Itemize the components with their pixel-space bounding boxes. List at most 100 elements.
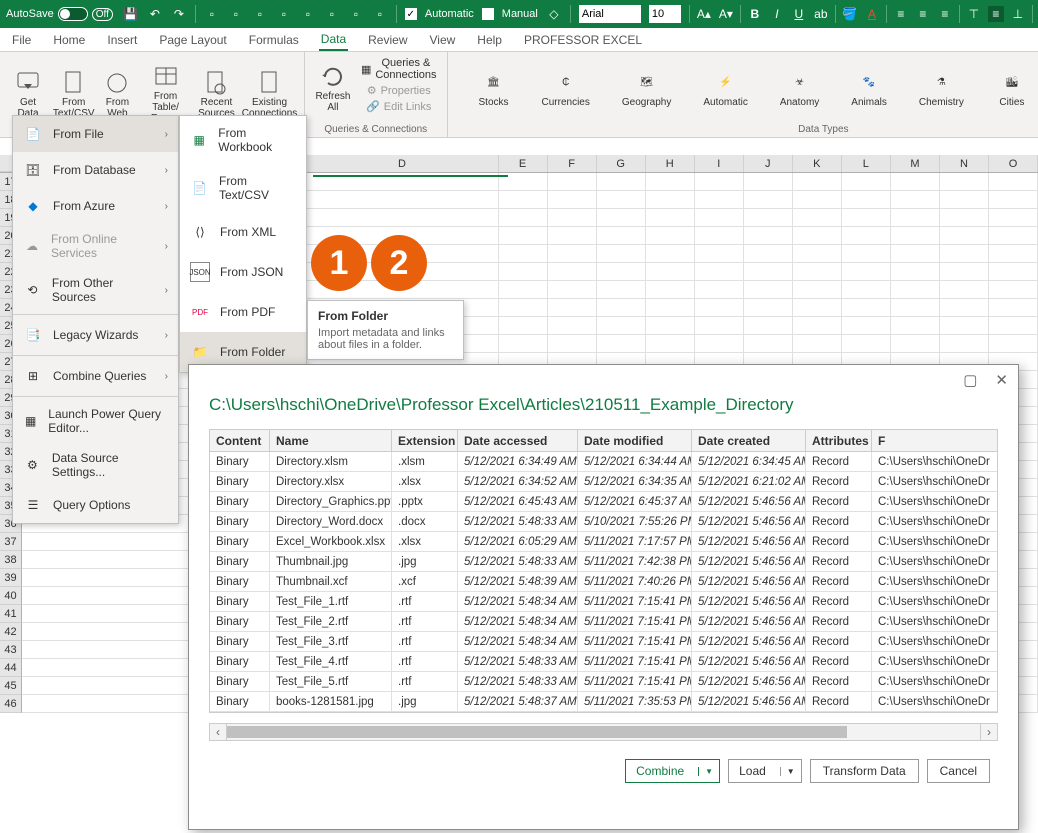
font-family-select[interactable]: Arial	[579, 5, 641, 23]
cell[interactable]	[499, 245, 548, 263]
edit-links-button[interactable]: 🔗Edit Links	[357, 99, 441, 114]
cell[interactable]	[989, 227, 1038, 245]
cell[interactable]	[842, 263, 891, 281]
table-row[interactable]: Binarybooks-1281581.jpg.jpg5/12/2021 5:4…	[210, 692, 997, 712]
row-header[interactable]: 45	[0, 677, 22, 695]
cell[interactable]	[842, 191, 891, 209]
cell[interactable]	[989, 263, 1038, 281]
tab-help[interactable]: Help	[475, 30, 504, 50]
row-header[interactable]: 46	[0, 695, 22, 713]
row-header[interactable]: 38	[0, 551, 22, 569]
cell[interactable]	[989, 281, 1038, 299]
qat-icon[interactable]: ▫	[300, 6, 316, 22]
align-right-icon[interactable]: ≡	[937, 6, 953, 22]
cell[interactable]	[989, 209, 1038, 227]
cell[interactable]	[842, 335, 891, 353]
cell[interactable]	[695, 227, 744, 245]
cell[interactable]	[695, 299, 744, 317]
menu-from-other[interactable]: ⟲ From Other Sources ›	[13, 268, 178, 312]
cities-type-button[interactable]: 🏙Cities	[992, 56, 1032, 122]
submenu-from-text-csv[interactable]: 📄 From Text/CSV	[180, 164, 306, 212]
cell[interactable]	[548, 209, 597, 227]
align-left-icon[interactable]: ≡	[893, 6, 909, 22]
table-row[interactable]: BinaryTest_File_5.rtf.rtf5/12/2021 5:48:…	[210, 672, 997, 692]
restore-icon[interactable]: ▢	[963, 371, 977, 389]
cell[interactable]	[793, 191, 842, 209]
cell[interactable]	[646, 263, 695, 281]
cell[interactable]	[744, 245, 793, 263]
cell[interactable]	[891, 281, 940, 299]
cell[interactable]	[499, 209, 548, 227]
qat-icon[interactable]: ▫	[252, 6, 268, 22]
cell[interactable]	[744, 281, 793, 299]
menu-query-options[interactable]: ☰ Query Options	[13, 487, 178, 523]
tab-professor-excel[interactable]: PROFESSOR EXCEL	[522, 30, 644, 50]
tab-home[interactable]: Home	[51, 30, 87, 50]
cell[interactable]	[793, 209, 842, 227]
cell[interactable]	[548, 191, 597, 209]
tab-view[interactable]: View	[428, 30, 458, 50]
cell[interactable]	[989, 299, 1038, 317]
tab-page-layout[interactable]: Page Layout	[157, 30, 228, 50]
stocks-type-button[interactable]: 🏛Stocks	[474, 56, 514, 122]
load-button[interactable]: Load ▼	[728, 759, 802, 783]
cell[interactable]	[891, 173, 940, 191]
autosave-toggle[interactable]	[58, 7, 88, 21]
table-row[interactable]: BinaryDirectory_Word.docx.docx5/12/2021 …	[210, 512, 997, 532]
cell[interactable]	[940, 173, 989, 191]
cell[interactable]	[793, 299, 842, 317]
cell[interactable]	[989, 245, 1038, 263]
table-row[interactable]: BinaryTest_File_2.rtf.rtf5/12/2021 5:48:…	[210, 612, 997, 632]
cell[interactable]	[646, 299, 695, 317]
cell[interactable]	[793, 263, 842, 281]
col-date-created[interactable]: Date created	[692, 430, 806, 451]
qat-icon[interactable]: ▫	[372, 6, 388, 22]
currencies-type-button[interactable]: ₵Currencies	[538, 56, 594, 122]
cell[interactable]	[695, 335, 744, 353]
cell[interactable]	[597, 281, 646, 299]
cell[interactable]	[744, 317, 793, 335]
scroll-left-icon[interactable]: ‹	[209, 723, 227, 741]
cell[interactable]	[793, 317, 842, 335]
font-size-select[interactable]: 10	[649, 5, 681, 23]
increase-font-icon[interactable]: A▴	[696, 6, 712, 22]
cell[interactable]	[842, 227, 891, 245]
cell[interactable]	[891, 245, 940, 263]
submenu-from-workbook[interactable]: ▦ From Workbook	[180, 116, 306, 164]
cell[interactable]	[597, 227, 646, 245]
cell[interactable]	[940, 335, 989, 353]
transform-data-button[interactable]: Transform Data	[810, 759, 919, 783]
cell[interactable]	[940, 263, 989, 281]
table-row[interactable]: BinaryThumbnail.jpg.jpg5/12/2021 5:48:33…	[210, 552, 997, 572]
col-attributes[interactable]: Attributes	[806, 430, 872, 451]
cell[interactable]	[989, 335, 1038, 353]
cell[interactable]	[548, 335, 597, 353]
cell[interactable]	[842, 209, 891, 227]
undo-icon[interactable]: ↶	[147, 6, 163, 22]
col-header[interactable]: I	[695, 155, 744, 172]
menu-launch-power-query[interactable]: ▦ Launch Power Query Editor...	[13, 399, 178, 443]
tab-review[interactable]: Review	[366, 30, 409, 50]
cell[interactable]	[793, 335, 842, 353]
cell[interactable]	[695, 281, 744, 299]
bold-icon[interactable]: B	[747, 6, 763, 22]
submenu-from-xml[interactable]: ⟨⟩ From XML	[180, 212, 306, 252]
row-header[interactable]: 39	[0, 569, 22, 587]
cell[interactable]	[499, 281, 548, 299]
cell[interactable]	[499, 227, 548, 245]
cell[interactable]	[842, 299, 891, 317]
align-middle-icon[interactable]: ≡	[988, 6, 1004, 22]
col-header[interactable]: E	[499, 155, 548, 172]
cell[interactable]	[744, 335, 793, 353]
automatic-type-button[interactable]: ⚡Automatic	[699, 56, 751, 122]
table-row[interactable]: BinaryTest_File_4.rtf.rtf5/12/2021 5:48:…	[210, 652, 997, 672]
cell[interactable]	[597, 317, 646, 335]
cell[interactable]	[793, 281, 842, 299]
align-top-icon[interactable]: ⊤	[966, 6, 982, 22]
anatomy-type-button[interactable]: ☣Anatomy	[776, 56, 823, 122]
cell[interactable]	[597, 299, 646, 317]
cell[interactable]	[989, 191, 1038, 209]
font-color-icon[interactable]: A	[864, 6, 880, 22]
tab-formulas[interactable]: Formulas	[247, 30, 301, 50]
qat-icon[interactable]: ▫	[204, 6, 220, 22]
